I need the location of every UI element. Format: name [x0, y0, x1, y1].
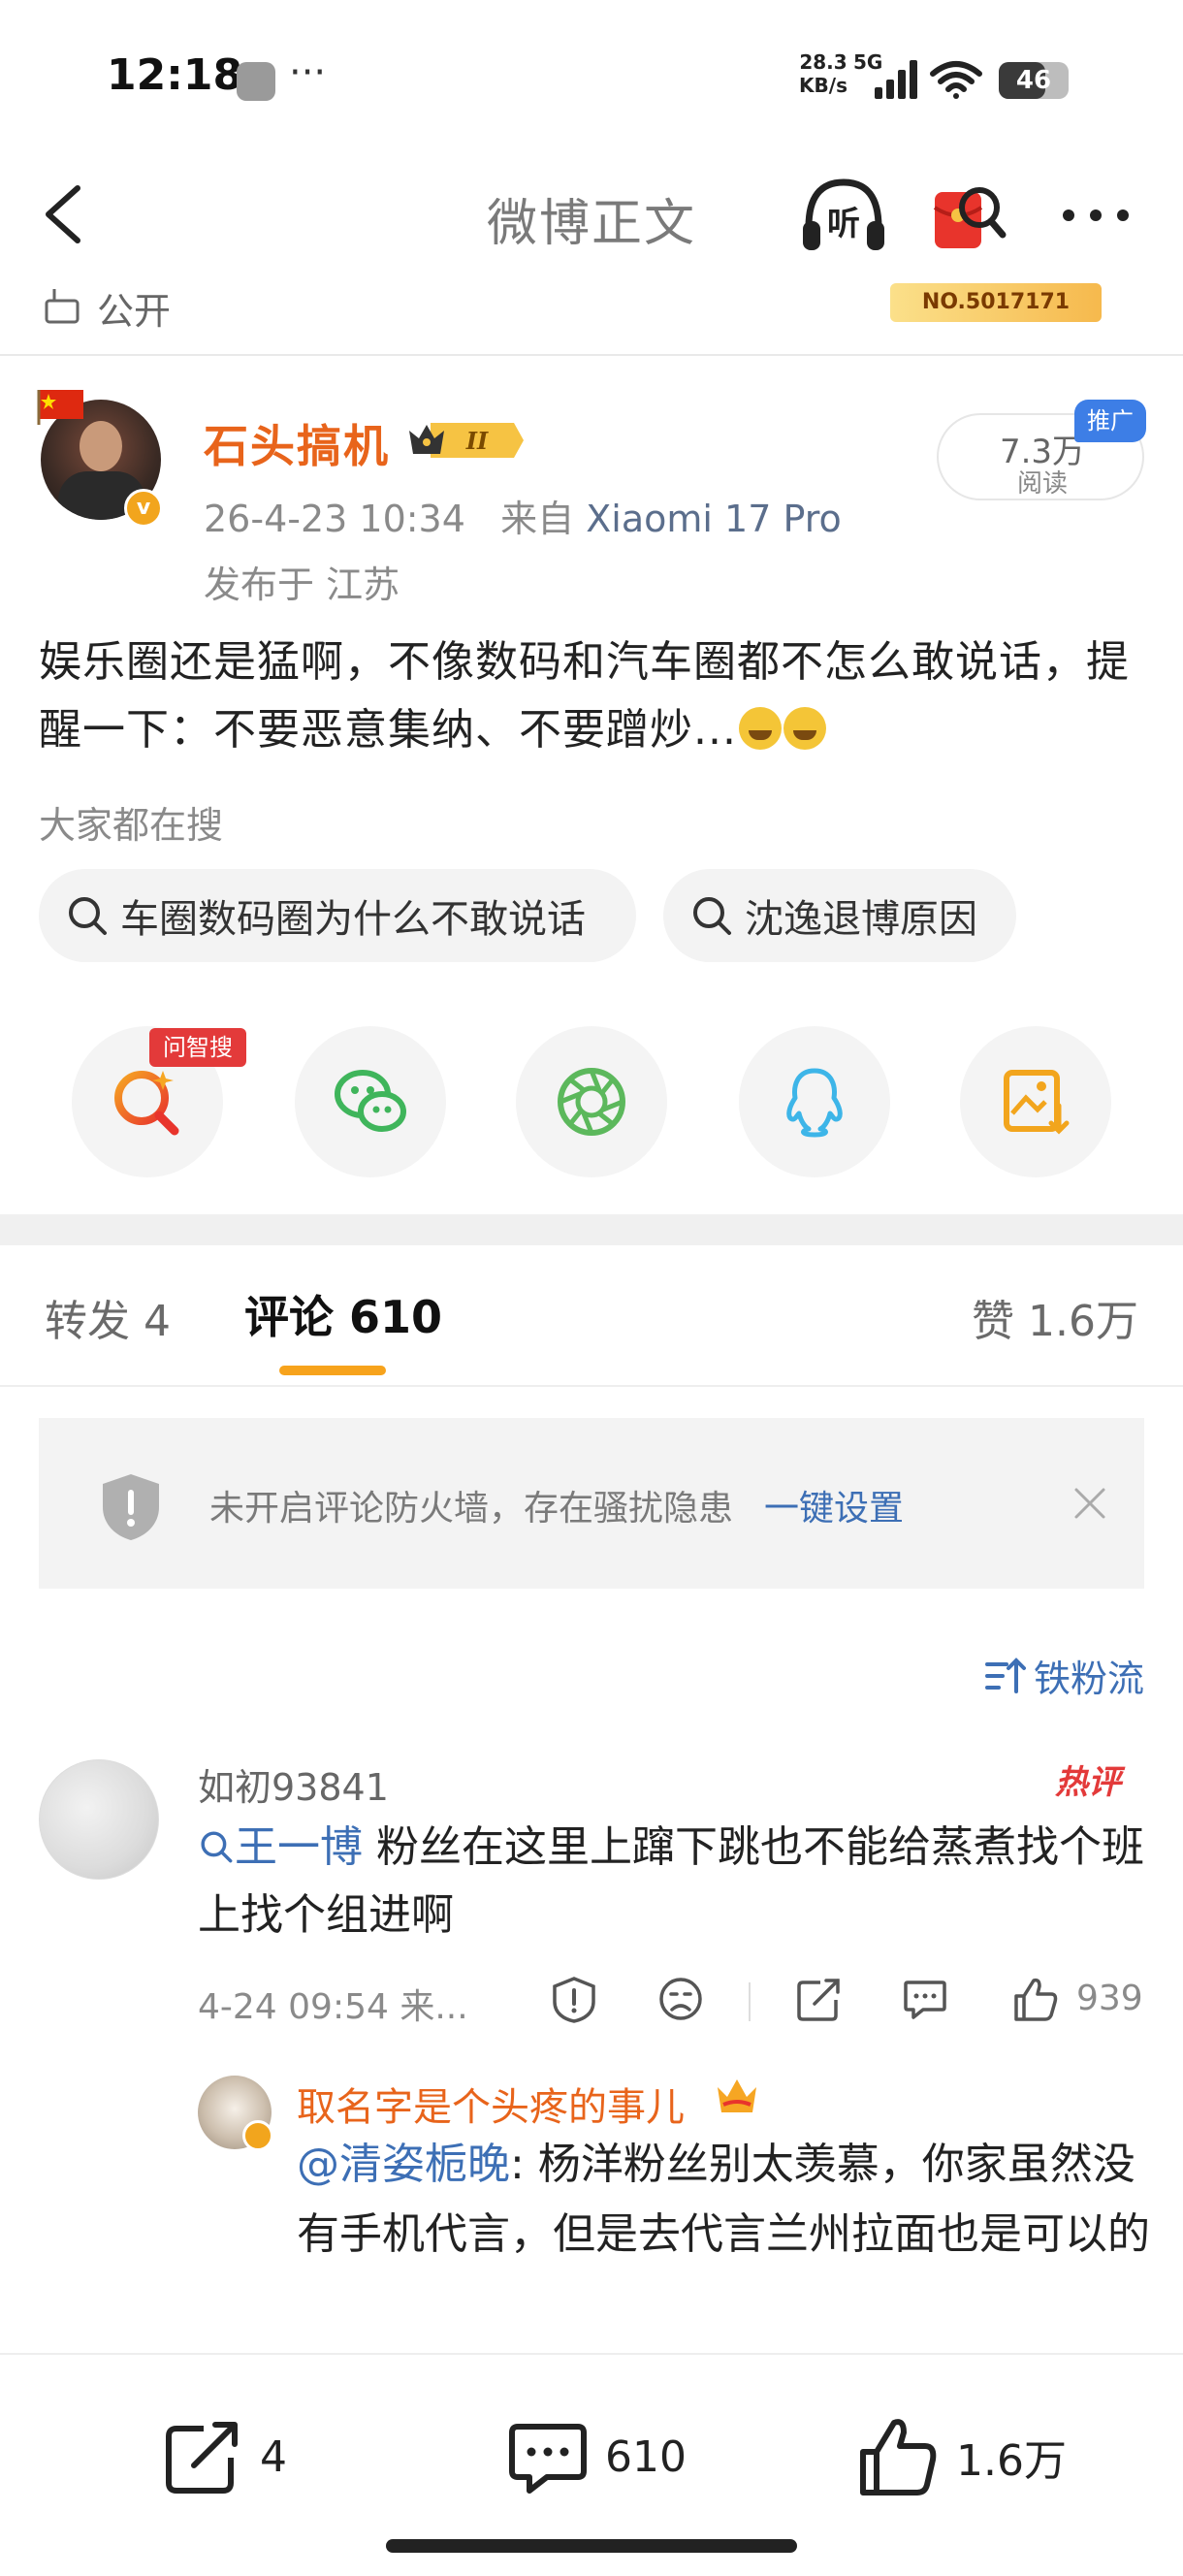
fan-number-badge[interactable]: NO.5017171: [890, 283, 1102, 322]
network-speed-value: 28.3: [799, 50, 847, 74]
app-notification-icon: [237, 62, 275, 101]
mention-link[interactable]: @清姿栀晚: [297, 2140, 510, 2189]
battery-icon: 46: [999, 62, 1069, 99]
repost-icon: [166, 2422, 238, 2494]
section-divider: [0, 1214, 1183, 1245]
search-chip-label: 车圈数码圈为什么不敢说话: [120, 897, 586, 942]
action-separator: [749, 1982, 751, 2021]
red-packet-search-icon[interactable]: [929, 175, 1008, 256]
laugh-cry-emoji-icon: [738, 707, 782, 750]
battery-level: 46: [1015, 66, 1052, 95]
more-icon[interactable]: [1057, 194, 1135, 237]
wifi-icon: [930, 61, 982, 99]
like-icon[interactable]: [1012, 1975, 1059, 2023]
moments-icon: [558, 1068, 625, 1136]
like-icon: [860, 2419, 937, 2496]
tab-comment[interactable]: 评论 610: [244, 1282, 442, 1346]
avatar-head: [80, 421, 122, 471]
tab-likes[interactable]: 赞 1.6万: [972, 1286, 1138, 1348]
comment-count: 610: [605, 2431, 687, 2482]
promote-tag[interactable]: 推广: [1074, 400, 1146, 442]
status-bar: 12:18 ··· 28.3 KB/s 5G 46: [0, 0, 1183, 155]
reply-icon[interactable]: [902, 1975, 948, 2023]
lock-open-icon: [45, 289, 80, 324]
crown-icon: [718, 2079, 756, 2112]
like-count: 1.6万: [956, 2436, 1067, 2486]
search-icon: [693, 897, 731, 935]
svg-text:听: 听: [827, 205, 860, 243]
search-icon: [201, 1831, 233, 1863]
notice-message: 未开启评论防火墙，存在骚扰隐患: [209, 1489, 734, 1529]
post-text: 娱乐圈还是猛啊，不像数码和汽车圈都不怎么敢说话，提醒一下：不要恶意集纳、不要蹭炒…: [39, 637, 1130, 755]
post-author-name[interactable]: 石头搞机: [204, 411, 390, 475]
qq-icon: [786, 1068, 843, 1138]
laugh-cry-emoji-icon: [783, 707, 826, 750]
wechat-icon: [335, 1070, 406, 1132]
verified-badge-icon: v: [124, 489, 163, 528]
search-chip[interactable]: 沈逸退博原因: [663, 869, 1016, 962]
trending-search-label: 大家都在搜: [39, 804, 224, 847]
verified-badge-icon: [242, 2120, 273, 2151]
dislike-face-icon[interactable]: [657, 1975, 704, 2023]
status-time: 12:18: [107, 50, 243, 100]
topic-label: 王一博: [235, 1822, 363, 1872]
shield-icon: [103, 1474, 159, 1540]
ai-search-tag: 问智搜: [149, 1028, 246, 1067]
search-chip[interactable]: 车圈数码圈为什么不敢说话: [39, 869, 636, 962]
commenter-avatar[interactable]: [39, 1759, 159, 1880]
close-icon[interactable]: [1071, 1484, 1109, 1523]
post-device[interactable]: Xiaomi 17 Pro: [586, 498, 842, 540]
comment-actions: 4-24 09:54 来... 939: [198, 1975, 1148, 2029]
sort-button[interactable]: 铁粉流: [984, 1649, 1144, 1702]
hot-comment-badge: 热评: [1055, 1763, 1121, 1802]
topic-search-link[interactable]: 王一博: [198, 1822, 363, 1872]
tab-divider: [0, 1385, 1183, 1387]
post-content: 娱乐圈还是猛啊，不像数码和汽车圈都不怎么敢说话，提醒一下：不要恶意集纳、不要蹭炒…: [39, 628, 1144, 764]
reply-text: @清姿栀晚: 杨洋粉丝别太羡慕，你家虽然没有手机代言，但是去代言兰州拉面也是可以…: [297, 2130, 1150, 2270]
svg-text:II: II: [465, 427, 489, 455]
comment-like-count: 939: [1076, 1979, 1143, 2018]
status-more-icon: ···: [289, 50, 327, 95]
repost-count: 4: [260, 2431, 287, 2482]
like-button[interactable]: 1.6万: [857, 2413, 1067, 2500]
post-from-label: 来自: [500, 498, 575, 540]
save-image-button[interactable]: [960, 1026, 1111, 1177]
signal-icon: [875, 60, 917, 99]
comment-firewall-notice: 未开启评论防火墙，存在骚扰隐患 一键设置: [39, 1418, 1144, 1589]
sort-label: 铁粉流: [1033, 1658, 1144, 1700]
china-flag-icon: [37, 390, 83, 425]
home-indicator[interactable]: [386, 2539, 797, 2553]
save-image-icon: [1004, 1070, 1070, 1135]
tab-repost[interactable]: 转发 4: [45, 1286, 171, 1348]
active-tab-indicator: [279, 1366, 386, 1375]
vip-level-badge-icon[interactable]: II: [405, 417, 526, 464]
one-click-setup-link[interactable]: 一键设置: [764, 1489, 904, 1529]
reads-label: 阅读: [1016, 469, 1068, 499]
visibility-label: 公开: [97, 290, 172, 333]
share-qq-button[interactable]: [739, 1026, 890, 1177]
comment-time: 4-24 09:54 来...: [198, 1987, 468, 2027]
listen-icon[interactable]: 听: [797, 175, 890, 256]
reply-author-name[interactable]: 取名字是个头疼的事儿: [297, 2076, 685, 2132]
network-speed-unit: KB/s: [799, 74, 847, 97]
post-date: 26-4-23 10:34: [204, 498, 465, 540]
report-icon[interactable]: [551, 1975, 597, 2023]
sort-icon: [984, 1657, 1026, 1693]
comment-icon: [509, 2424, 587, 2494]
share-moments-button[interactable]: [516, 1026, 667, 1177]
share-wechat-button[interactable]: [295, 1026, 446, 1177]
post-location: 发布于 江苏: [204, 564, 400, 606]
network-speed: 28.3 KB/s: [793, 50, 853, 97]
comment-button[interactable]: 610: [506, 2413, 687, 2500]
search-icon: [69, 897, 107, 935]
comment-text: 王一博 粉丝在这里上蹿下跳也不能给蒸煮找个班上找个组进啊: [198, 1814, 1148, 1949]
post-meta: 26-4-23 10:34 来自 Xiaomi 17 Pro: [204, 489, 842, 542]
share-icon[interactable]: [795, 1975, 842, 2023]
commenter-name[interactable]: 如初93841: [198, 1757, 389, 1811]
ai-search-icon: [114, 1071, 179, 1136]
repost-button[interactable]: 4: [161, 2413, 287, 2500]
notice-text: 未开启评论防火墙，存在骚扰隐患 一键设置: [209, 1480, 904, 1530]
search-chip-label: 沈逸退博原因: [745, 897, 977, 942]
